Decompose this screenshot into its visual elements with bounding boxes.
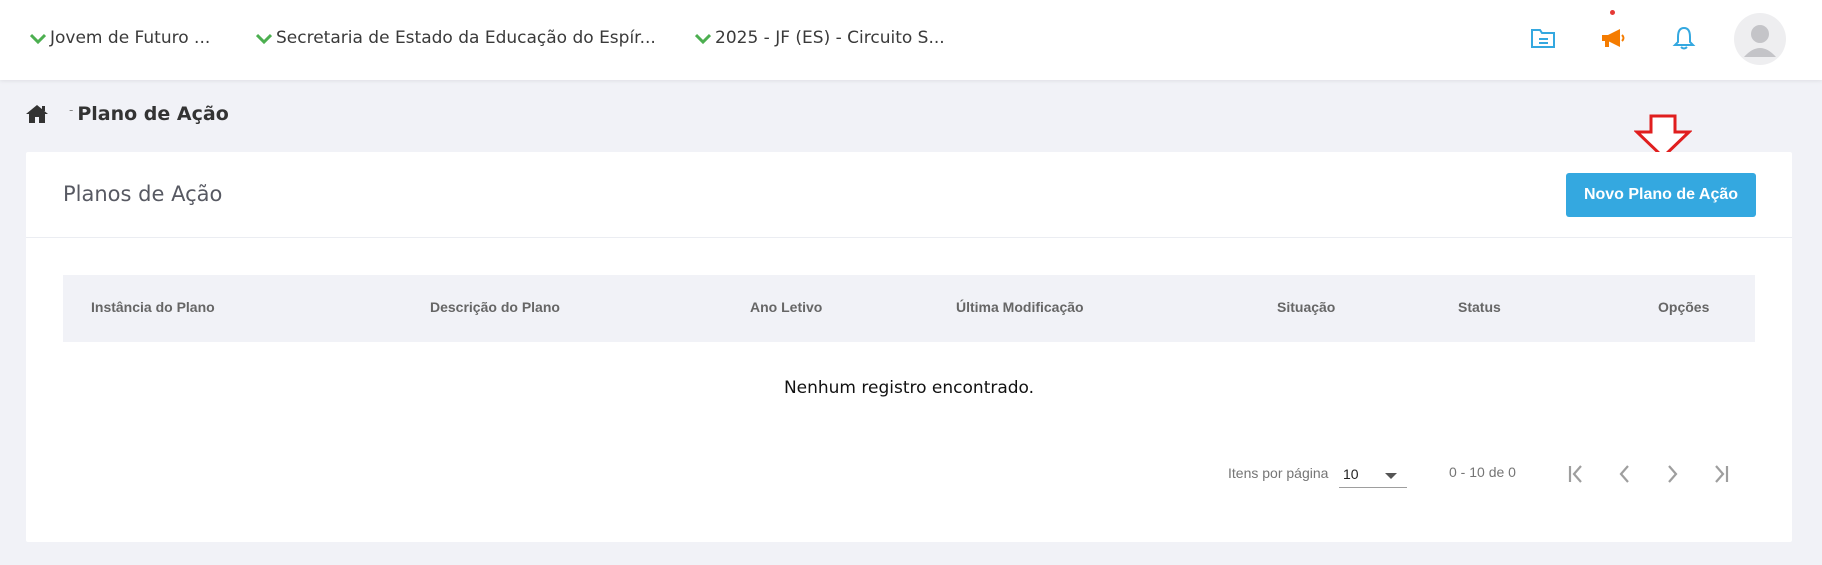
plans-card: Planos de Ação Novo Plano de Ação Instân… — [26, 152, 1792, 542]
empty-message: Nenhum registro encontrado. — [783, 378, 1035, 398]
bell-icon[interactable] — [1668, 22, 1700, 54]
chevron-left-icon — [1619, 465, 1629, 483]
next-page-button[interactable] — [1654, 456, 1690, 492]
chevron-down-icon — [30, 33, 46, 45]
card-header: Planos de Ação Novo Plano de Ação — [26, 152, 1792, 238]
notification-dot — [1610, 10, 1615, 15]
breadcrumb-separator: - — [69, 103, 74, 117]
page-title: Plano de Ação — [77, 103, 229, 125]
paginator: Itens por página 10 0 - 10 de 0 — [26, 454, 1792, 494]
avatar[interactable] — [1734, 13, 1786, 65]
context-label: Jovem de Futuro ... — [50, 28, 211, 48]
chevron-down-icon — [695, 33, 711, 45]
column-header-status[interactable]: Status — [1458, 299, 1501, 315]
folder-icon[interactable] — [1527, 22, 1559, 54]
chevron-right-icon — [1668, 465, 1678, 483]
breadcrumb: - Plano de Ação — [25, 103, 229, 125]
chevron-down-icon — [256, 33, 272, 45]
context-selector-program[interactable]: Jovem de Futuro ... — [30, 24, 210, 52]
table-header: Instância do Plano Descrição do Plano An… — [63, 275, 1755, 342]
column-header-situacao[interactable]: Situação — [1277, 299, 1335, 315]
home-icon[interactable] — [25, 103, 49, 125]
context-label: 2025 - JF (ES) - Circuito S... — [715, 28, 945, 48]
page-range-label: 0 - 10 de 0 — [1449, 464, 1516, 480]
column-header-descricao[interactable]: Descrição do Plano — [430, 299, 560, 315]
previous-page-button[interactable] — [1607, 456, 1643, 492]
caret-down-icon — [1385, 473, 1397, 479]
first-page-icon — [1568, 465, 1582, 483]
context-selector-circuito[interactable]: 2025 - JF (ES) - Circuito S... — [695, 24, 945, 52]
card-title: Planos de Ação — [63, 182, 223, 206]
first-page-button[interactable] — [1559, 456, 1595, 492]
page-size-value: 10 — [1343, 466, 1359, 482]
new-plan-button[interactable]: Novo Plano de Ação — [1566, 173, 1756, 217]
page-size-select[interactable]: 10 — [1339, 458, 1407, 488]
context-label: Secretaria de Estado da Educação do Espí… — [276, 28, 656, 48]
context-selector-secretaria[interactable]: Secretaria de Estado da Educação do Espí… — [256, 24, 656, 52]
items-per-page-label: Itens por página — [1228, 465, 1329, 481]
column-header-instancia[interactable]: Instância do Plano — [91, 299, 215, 315]
last-page-button[interactable] — [1702, 456, 1738, 492]
column-header-opcoes: Opções — [1658, 299, 1710, 315]
top-bar: Jovem de Futuro ... Secretaria de Estado… — [0, 0, 1822, 80]
last-page-icon — [1715, 465, 1729, 483]
column-header-ano-letivo[interactable]: Ano Letivo — [750, 299, 822, 315]
megaphone-icon[interactable] — [1597, 22, 1629, 54]
column-header-ultima-modificacao[interactable]: Última Modificação — [956, 299, 1084, 315]
user-icon — [1744, 25, 1776, 57]
